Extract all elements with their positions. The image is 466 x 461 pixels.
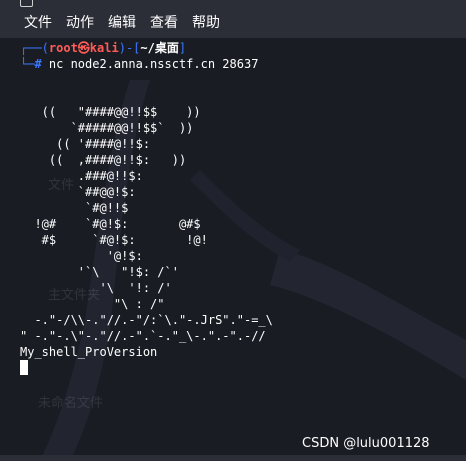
window-control-icon[interactable] (20, 0, 33, 7)
menu-view[interactable]: 查看 (150, 8, 178, 38)
output-line: `#####@@!!$$` )) (20, 121, 194, 135)
output-line: (( '####@!!$: (20, 137, 151, 151)
cursor-line (20, 360, 460, 376)
menu-bar: 文件 动作 编辑 查看 帮助 (0, 8, 466, 38)
prompt-corner-top: ┌──( (20, 41, 49, 55)
terminal-window: 文件 动作 编辑 查看 帮助 文件 主文件夹 未命名文件 ┌──(root㉿ka… (0, 0, 466, 461)
output-line: .###@!!$: (20, 169, 143, 183)
output-line: '\ '!: /' (20, 281, 172, 295)
output-line: `#@!!$ (20, 201, 129, 215)
output-line: '@!$: (20, 249, 143, 263)
menu-help[interactable]: 帮助 (192, 8, 220, 38)
prompt-directory: ~/桌面 (140, 41, 179, 55)
menu-action[interactable]: 动作 (66, 8, 94, 38)
output-line: #$ `#@!$: !@! (20, 233, 208, 247)
output-line: "\ : /" (20, 297, 165, 311)
output-line: !@# `#@!$: @#$ (20, 217, 201, 231)
output-line: (( ,####@!!$: )) (20, 153, 187, 167)
menu-file[interactable]: 文件 (24, 8, 52, 38)
output-line: `##@@!$: (20, 185, 136, 199)
desktop-label-unnamed: 未命名文件 (38, 396, 104, 411)
terminal-cursor (20, 360, 28, 375)
terminal-content[interactable]: ┌──(root㉿kali)-[~/桌面] └─# nc node2.anna.… (20, 40, 460, 385)
menu-edit[interactable]: 编辑 (108, 8, 136, 38)
watermark: CSDN @lulu001128 (302, 436, 430, 451)
title-bar (0, 0, 466, 8)
output-line: My_shell_ProVersion (20, 345, 158, 359)
output-line: " -."-.\"-."//.-".`-."_\-.".-".-// (20, 329, 266, 343)
prompt-bracket-end: ] (178, 41, 187, 55)
output-line: '`\ "!$: /`' (20, 265, 179, 279)
prompt-hash: # (34, 57, 42, 71)
prompt-bracket: )-[ (118, 41, 141, 55)
prompt-line-command: └─# nc node2.anna.nssctf.cn 28637 (20, 56, 460, 72)
output-line: (( "####@@!!$$ )) (20, 105, 201, 119)
prompt-corner-bottom: └─ (20, 57, 35, 71)
prompt-user-host: root㉿kali (48, 41, 119, 55)
output-line: -."-/\\-."//.-"/:`\."-.JrS"."-=_\ (20, 313, 273, 327)
prompt-line-top: ┌──(root㉿kali)-[~/桌面] (20, 40, 460, 56)
command-text: nc node2.anna.nssctf.cn 28637 (41, 57, 259, 71)
bottom-border (0, 455, 466, 461)
